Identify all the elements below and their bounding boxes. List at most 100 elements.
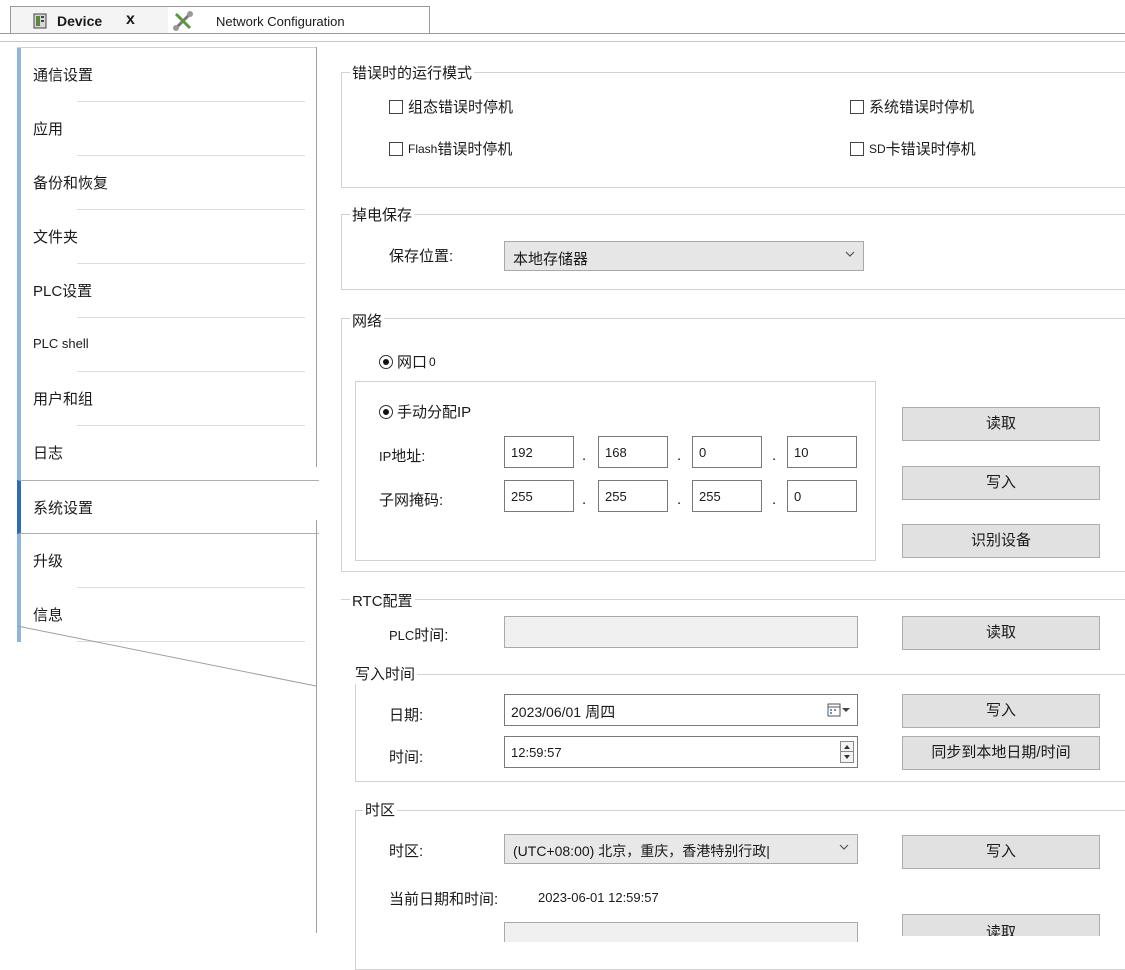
mask-octet-1[interactable]: 255 <box>504 480 574 512</box>
rtc-title: RTC配置 <box>350 590 415 611</box>
plc-time-prefix: PLC <box>389 628 415 643</box>
timezone-value: (UTC+08:00) 北京，重庆，香港特别行政| <box>513 843 770 859</box>
system-error-stop-checkbox[interactable]: 系统错误时停机 <box>850 96 974 117</box>
config-error-stop-checkbox[interactable]: 组态错误时停机 <box>389 96 513 117</box>
date-value: 2023/06/01 周四 <box>511 701 615 722</box>
port-0-radio[interactable]: 网口 0 <box>379 351 436 372</box>
mask-dot: . <box>582 491 587 508</box>
timezone-title: 时区 <box>363 799 398 820</box>
flash-error-stop-label: 错误时停机 <box>437 141 513 158</box>
sidebar-item-label: PLC shell <box>33 336 89 351</box>
write-time-button[interactable]: 写入 <box>902 694 1100 728</box>
sidebar-item-plc-shell[interactable]: PLC shell <box>17 318 317 372</box>
rtc-read-button[interactable]: 读取 <box>902 616 1100 650</box>
mask-octet-value: 255 <box>511 489 533 504</box>
date-text: 2023/06/01 <box>511 704 582 720</box>
port-label: 网口 <box>397 354 428 371</box>
radio-selected-icon <box>379 354 393 369</box>
sidebar-item-backup-restore[interactable]: 备份和恢复 <box>17 156 317 210</box>
save-location-label: 保存位置: <box>389 248 454 265</box>
sidebar-item-users-groups[interactable]: 用户和组 <box>17 372 317 426</box>
checkbox-box <box>389 99 403 114</box>
sidebar-item-label: PLC设置 <box>33 283 93 300</box>
identify-device-button[interactable]: 识别设备 <box>902 524 1100 558</box>
system-settings-panel: 错误时的运行模式 组态错误时停机 系统错误时停机 Flash 错误时停机 SD … <box>317 42 1125 970</box>
network-config-icon <box>173 11 193 31</box>
time-field[interactable]: 12:59:57 <box>504 736 858 768</box>
timezone-select[interactable]: (UTC+08:00) 北京，重庆，香港特别行政| <box>504 834 858 864</box>
tab-device[interactable]: Device x <box>10 6 170 34</box>
sidebar-item-plc-settings[interactable]: PLC设置 <box>17 264 317 318</box>
error-mode-title: 错误时的运行模式 <box>350 62 475 83</box>
time-label: 时间: <box>389 749 424 766</box>
close-icon[interactable]: x <box>126 11 135 29</box>
chevron-down-icon <box>839 844 849 850</box>
timezone-write-button[interactable]: 写入 <box>902 835 1100 869</box>
system-error-stop-label: 系统错误时停机 <box>869 99 975 116</box>
network-title: 网络 <box>350 310 385 331</box>
sidebar-item-label: 文件夹 <box>33 229 79 246</box>
ip-octet-4[interactable]: 10 <box>787 436 857 468</box>
ip-octet-3[interactable]: 0 <box>692 436 762 468</box>
tab-divider <box>0 33 1125 34</box>
sidebar-item-communication-settings[interactable]: 通信设置 <box>17 48 317 102</box>
write-time-title: 写入时间 <box>353 663 418 684</box>
ip-octet-2[interactable]: 168 <box>598 436 668 468</box>
ip-octet-value: 168 <box>605 445 627 460</box>
checkbox-box <box>850 99 864 114</box>
sidebar-item-label: 应用 <box>33 121 64 138</box>
chevron-down-icon <box>845 251 855 257</box>
ip-label-prefix: IP <box>379 449 392 464</box>
sidebar-item-application[interactable]: 应用 <box>17 102 317 156</box>
sidebar-item-label: 升级 <box>33 553 64 570</box>
calendar-dropdown-icon[interactable] <box>827 702 851 718</box>
ip-address-label: IP地址: <box>379 445 425 466</box>
tab-device-label: Device <box>57 13 103 29</box>
tab-strip: Device x Network Configuration <box>0 0 1125 42</box>
manual-ip-label: 手动分配IP <box>397 404 472 421</box>
mask-octet-4[interactable]: 0 <box>787 480 857 512</box>
time-spinner[interactable] <box>840 741 854 763</box>
save-location-select[interactable]: 本地存储器 <box>504 241 864 271</box>
ip-octet-1[interactable]: 192 <box>504 436 574 468</box>
plc-time-field <box>504 616 858 648</box>
mask-dot: . <box>772 491 777 508</box>
sidebar-item-system-settings[interactable]: 系统设置 <box>17 480 319 534</box>
timezone-extra-field <box>504 922 858 942</box>
sidebar-item-log[interactable]: 日志 <box>17 426 317 480</box>
tab-network-configuration[interactable]: Network Configuration <box>168 6 430 34</box>
mask-octet-2[interactable]: 255 <box>598 480 668 512</box>
sidebar-item-label: 系统设置 <box>33 500 94 517</box>
mask-octet-value: 255 <box>605 489 627 504</box>
checkbox-box <box>850 141 864 156</box>
sidebar-item-upgrade[interactable]: 升级 <box>17 534 317 588</box>
timezone-label: 时区: <box>389 843 424 860</box>
sidebar-item-label: 通信设置 <box>33 67 94 84</box>
time-value: 12:59:57 <box>511 745 562 760</box>
sd-prefix: SD <box>869 141 886 156</box>
port-number: 0 <box>429 354 436 369</box>
sidebar-item-label: 备份和恢复 <box>33 175 109 192</box>
mask-octet-3[interactable]: 255 <box>692 480 762 512</box>
checkbox-box <box>389 141 403 156</box>
network-write-button[interactable]: 写入 <box>902 466 1100 500</box>
ip-octet-value: 10 <box>794 445 809 460</box>
sidebar: 通信设置 应用 备份和恢复 文件夹 PLC设置 PLC shell 用户和组 日… <box>17 48 319 642</box>
sd-error-stop-checkbox[interactable]: SD 卡错误时停机 <box>850 138 976 159</box>
sidebar-bottom-edge <box>16 625 317 687</box>
flash-error-stop-checkbox[interactable]: Flash 错误时停机 <box>389 138 512 159</box>
manual-ip-radio[interactable]: 手动分配IP <box>379 401 471 422</box>
plc-time-suffix: 时间: <box>414 627 449 644</box>
radio-selected-icon <box>379 404 393 419</box>
ip-dot: . <box>582 447 587 464</box>
weekday-text: 周四 <box>585 704 616 721</box>
network-read-button[interactable]: 读取 <box>902 407 1100 441</box>
tab-network-configuration-label: Network Configuration <box>216 14 345 29</box>
date-picker[interactable]: 2023/06/01 周四 <box>504 694 858 726</box>
ip-label-suffix: 地址: <box>391 448 426 465</box>
sidebar-item-label: 日志 <box>33 445 64 462</box>
sync-local-time-button[interactable]: 同步到本地日期/时间 <box>902 736 1100 770</box>
ip-dot: . <box>677 447 682 464</box>
sidebar-item-folder[interactable]: 文件夹 <box>17 210 317 264</box>
date-label: 日期: <box>389 707 424 724</box>
